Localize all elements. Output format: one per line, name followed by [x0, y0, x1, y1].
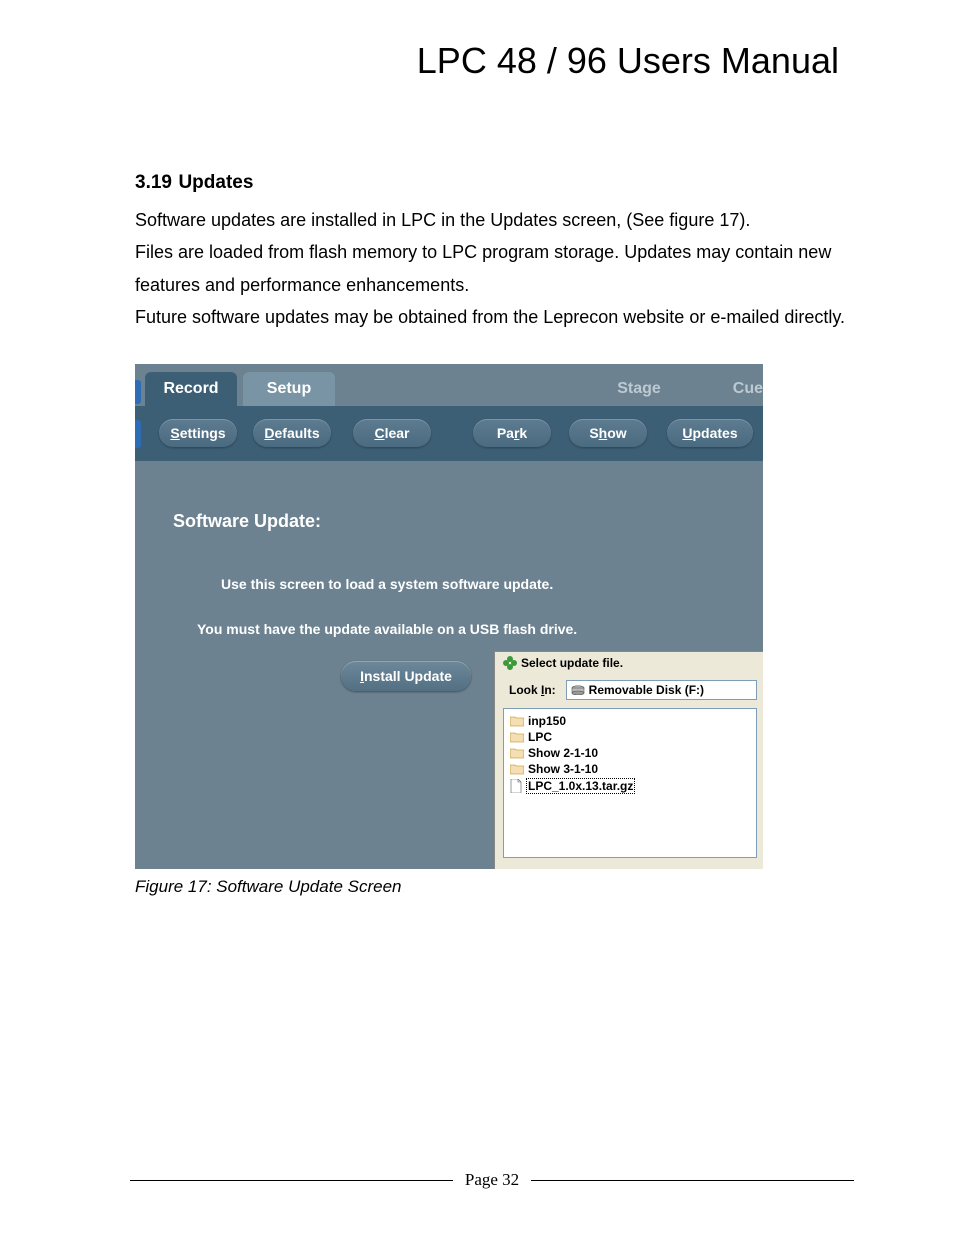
- subtab-updates[interactable]: Updates: [667, 419, 753, 447]
- subtab-clear[interactable]: Clear: [353, 419, 431, 447]
- figure-screenshot: Record Setup Stage Cue Settings Defaults…: [135, 364, 763, 869]
- tab-cue[interactable]: Cue: [703, 372, 763, 406]
- subtab-settings[interactable]: Settings: [159, 419, 237, 447]
- subtab-show[interactable]: Show: [569, 419, 647, 447]
- section-number: 3.19: [135, 172, 172, 193]
- lookin-combo[interactable]: Removable Disk (F:): [566, 680, 757, 700]
- install-update-button[interactable]: Install Update: [341, 661, 471, 691]
- footer-rule: [130, 1180, 453, 1181]
- folder-icon: [510, 715, 524, 727]
- list-item[interactable]: LPC_1.0x.13.tar.gz: [508, 777, 752, 795]
- paragraph: Files are loaded from flash memory to LP…: [135, 236, 859, 301]
- dialog-title: Select update file.: [521, 656, 623, 670]
- lookin-value: Removable Disk (F:): [589, 683, 704, 697]
- panel-title: Software Update:: [173, 511, 321, 532]
- section-title: Updates: [178, 172, 253, 193]
- panel-text: You must have the update available on a …: [197, 621, 577, 637]
- list-item[interactable]: LPC: [508, 729, 752, 745]
- app-icon: [503, 656, 517, 670]
- page-footer: Page 32: [130, 1170, 854, 1190]
- tab-stage[interactable]: Stage: [591, 372, 687, 406]
- body-text: Software updates are installed in LPC in…: [135, 204, 859, 334]
- folder-icon: [510, 747, 524, 759]
- panel-text: Use this screen to load a system softwar…: [221, 576, 553, 592]
- decorative-edge: [135, 420, 141, 448]
- page-number: Page 32: [453, 1170, 531, 1190]
- section-header: 3.19 Updates: [135, 172, 859, 194]
- footer-rule: [531, 1180, 854, 1181]
- lookin-label: Look In:: [509, 683, 556, 697]
- folder-icon: [510, 731, 524, 743]
- subtab-park[interactable]: Park: [473, 419, 551, 447]
- decorative-edge: [135, 380, 141, 404]
- paragraph: Software updates are installed in LPC in…: [135, 204, 859, 236]
- list-item[interactable]: Show 2-1-10: [508, 745, 752, 761]
- tab-record[interactable]: Record: [145, 372, 237, 406]
- tab-setup[interactable]: Setup: [243, 372, 335, 406]
- figure-caption: Figure 17: Software Update Screen: [135, 877, 859, 897]
- file-list[interactable]: inp150 LPC Show 2-1-10 Show 3-1-10: [503, 708, 757, 858]
- paragraph: Future software updates may be obtained …: [135, 301, 859, 333]
- subtab-defaults[interactable]: Defaults: [253, 419, 331, 447]
- list-item[interactable]: inp150: [508, 713, 752, 729]
- list-item[interactable]: Show 3-1-10: [508, 761, 752, 777]
- document-title: LPC 48 / 96 Users Manual: [135, 40, 859, 82]
- folder-icon: [510, 763, 524, 775]
- file-dialog: Select update file. Look In: Removable D…: [494, 651, 763, 869]
- disk-icon: [571, 685, 585, 695]
- file-icon: [510, 779, 522, 793]
